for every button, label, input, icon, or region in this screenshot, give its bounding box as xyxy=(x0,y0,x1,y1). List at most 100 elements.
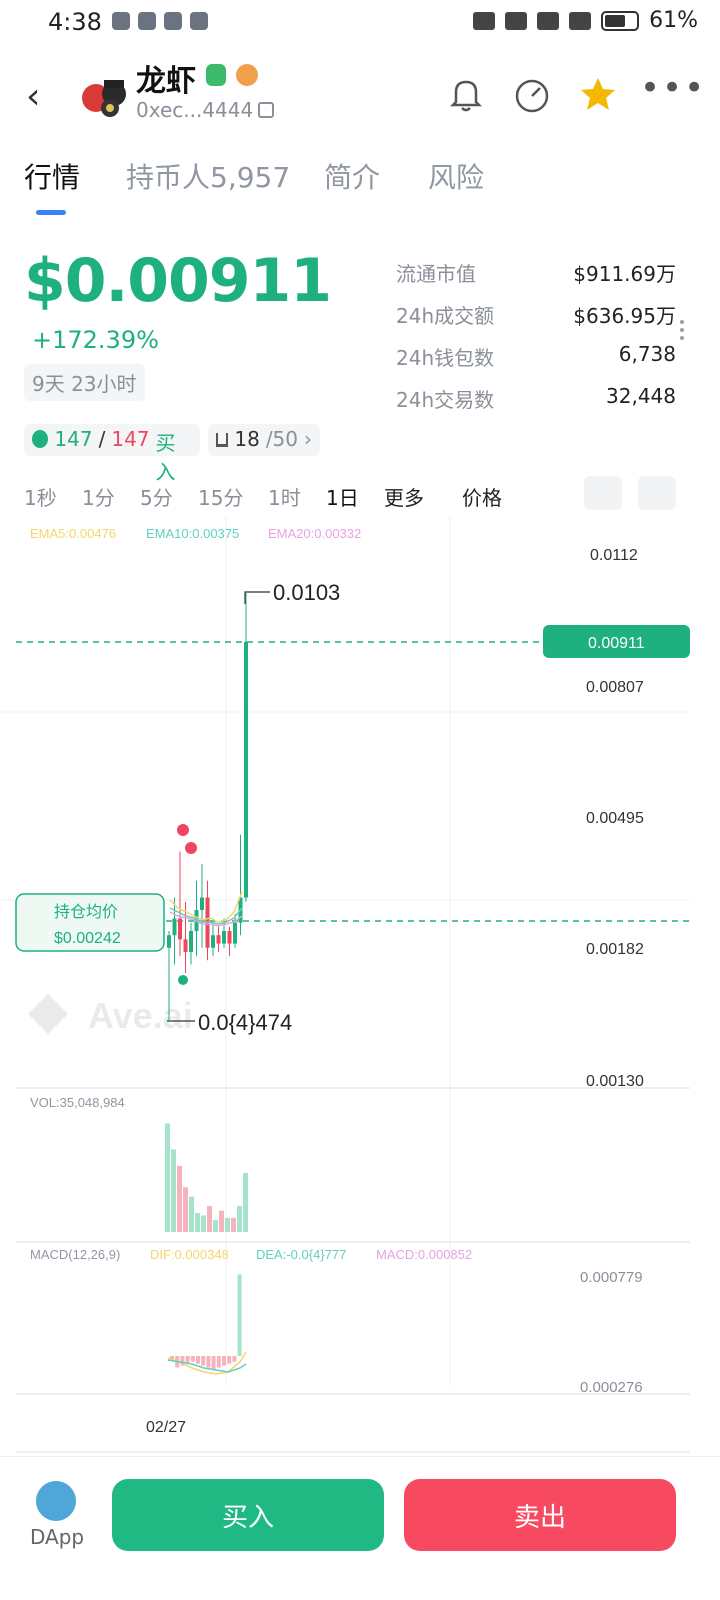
tab-intro[interactable]: 简介 xyxy=(324,156,380,196)
ema20-legend: EMA20:0.00332 xyxy=(268,526,361,541)
sell-count: 147 xyxy=(111,427,150,451)
side-menu-icon[interactable] xyxy=(680,320,686,346)
price-change: +172.39% xyxy=(32,326,159,354)
price-tick: 0.00130 xyxy=(586,1073,644,1090)
candle-body xyxy=(178,918,182,940)
buy-count: 147 xyxy=(54,427,93,451)
volume-bar xyxy=(189,1196,194,1232)
stat-value: $911.69万 xyxy=(573,262,676,286)
buy-label: 买入 xyxy=(155,431,176,484)
candle-body xyxy=(211,935,215,948)
price-chart[interactable]: EMA5:0.00476 EMA10:0.00375 EMA20:0.00332… xyxy=(0,516,720,1456)
stat-value: 32,448 xyxy=(606,384,676,408)
volume-bar xyxy=(183,1187,188,1232)
token-address: 0xec...4444 xyxy=(136,98,254,122)
tab-bar: 行情 持币人5,957 简介 风险 xyxy=(0,156,720,220)
status-time: 4:38 xyxy=(48,8,102,36)
sell-button[interactable]: 卖出 xyxy=(404,1479,676,1551)
bottom-action-bar: DApp 买入 卖出 xyxy=(0,1456,720,1600)
tab-holders[interactable]: 持币人5,957 xyxy=(126,156,290,196)
high-label: 0.0103 xyxy=(273,580,340,605)
buy-button[interactable]: 买入 xyxy=(112,1479,384,1551)
volume-bar xyxy=(237,1206,242,1232)
battery-icon xyxy=(601,10,640,31)
chart-settings-icon[interactable] xyxy=(638,476,676,510)
trade-count-pill[interactable]: 147/147 买入 xyxy=(24,424,200,484)
rank-total: /50 xyxy=(265,427,298,451)
dif-legend: DIF:0.000348 xyxy=(150,1247,229,1262)
volume-bar xyxy=(243,1173,248,1232)
rank-pill[interactable]: 18/50 › xyxy=(208,424,320,456)
volume-bar xyxy=(207,1206,212,1232)
chevron-right-icon: › xyxy=(304,427,312,451)
price-tick: 0.00182 xyxy=(586,941,644,958)
tab-risk[interactable]: 风险 xyxy=(428,156,484,196)
price-tick: 0.00807 xyxy=(586,679,644,696)
mute-icon xyxy=(505,11,528,30)
volume-bar xyxy=(165,1123,170,1232)
tab-market[interactable]: 行情 xyxy=(24,156,80,196)
system-icons: 61% xyxy=(473,8,698,33)
star-icon[interactable] xyxy=(576,72,620,116)
eye-icon xyxy=(473,11,496,30)
volume-legend: VOL:35,048,984 xyxy=(30,1095,125,1110)
macd-bar xyxy=(206,1356,211,1368)
candle-body xyxy=(200,897,204,911)
tf-5m[interactable]: 5分 xyxy=(140,482,173,511)
tf-1h[interactable]: 1时 xyxy=(268,482,301,511)
dea-legend: DEA:-0.0{4}777 xyxy=(256,1247,346,1262)
token-header: ‹ 龙虾 0xec...4444 ••• xyxy=(0,56,720,132)
timeframe-bar: 1秒 1分 5分 15分 1时 1日 更多 价格 xyxy=(0,476,720,516)
tf-1m[interactable]: 1分 xyxy=(82,482,115,511)
candle-body xyxy=(172,918,177,936)
app-notification-icon xyxy=(138,12,156,30)
more-icon[interactable]: ••• xyxy=(640,68,706,108)
price-tick: 0.0112 xyxy=(590,547,638,564)
active-tab-indicator xyxy=(36,210,66,215)
token-name: 龙虾 xyxy=(136,64,196,99)
market-stats: 流通市值 $911.69万 24h成交额 $636.95万 24h钱包数 6,7… xyxy=(396,258,676,426)
stat-market-cap: 流通市值 $911.69万 xyxy=(396,258,676,300)
notification-icons xyxy=(112,12,208,30)
app-notification-icon xyxy=(112,12,130,30)
stat-volume: 24h成交额 $636.95万 xyxy=(396,300,676,342)
volume-bar xyxy=(225,1217,230,1232)
qq-icon xyxy=(164,12,182,30)
macd-bar xyxy=(211,1356,216,1370)
tf-1d[interactable]: 1日 xyxy=(326,482,359,511)
buy-marker-icon xyxy=(178,975,188,985)
macd-series xyxy=(167,1274,247,1375)
indicator-icon[interactable] xyxy=(584,476,622,510)
candle-body xyxy=(167,935,171,948)
stat-trades: 24h交易数 32,448 xyxy=(396,384,676,426)
wifi-icon xyxy=(537,11,560,30)
price-mode-dropdown[interactable]: 价格 xyxy=(462,482,502,511)
candle-body xyxy=(183,939,188,952)
status-bar: 4:38 61% xyxy=(0,0,720,48)
candlestick-series xyxy=(167,592,248,1021)
high-marker-line xyxy=(244,591,270,604)
back-icon[interactable]: ‹ xyxy=(26,76,40,117)
candle-body xyxy=(189,931,193,952)
watermark: Ave.ai xyxy=(28,994,193,1036)
gauge-icon[interactable] xyxy=(510,72,554,116)
candle-body xyxy=(227,931,232,944)
volume-bar xyxy=(213,1220,218,1232)
macd-tick: 0.000276 xyxy=(580,1379,643,1396)
current-price: $0.00911 xyxy=(24,246,332,316)
dapp-icon[interactable] xyxy=(36,1481,76,1521)
price-tick: 0.00495 xyxy=(586,810,644,827)
bell-icon[interactable] xyxy=(444,72,488,116)
dapp-label[interactable]: DApp xyxy=(30,1525,84,1549)
candle-body xyxy=(222,931,226,944)
money-bag-icon xyxy=(32,430,49,448)
tf-15m[interactable]: 15分 xyxy=(198,482,243,511)
hand-badge-icon xyxy=(206,64,226,86)
stat-wallets: 24h钱包数 6,738 xyxy=(396,342,676,384)
token-age: 9天 23小时 xyxy=(24,364,145,401)
copy-icon[interactable] xyxy=(258,102,274,118)
more-timeframes-dropdown[interactable]: 更多 xyxy=(384,482,424,511)
coins-badge-icon xyxy=(236,64,258,86)
token-avatar xyxy=(82,80,126,117)
tf-1s[interactable]: 1秒 xyxy=(24,482,57,511)
